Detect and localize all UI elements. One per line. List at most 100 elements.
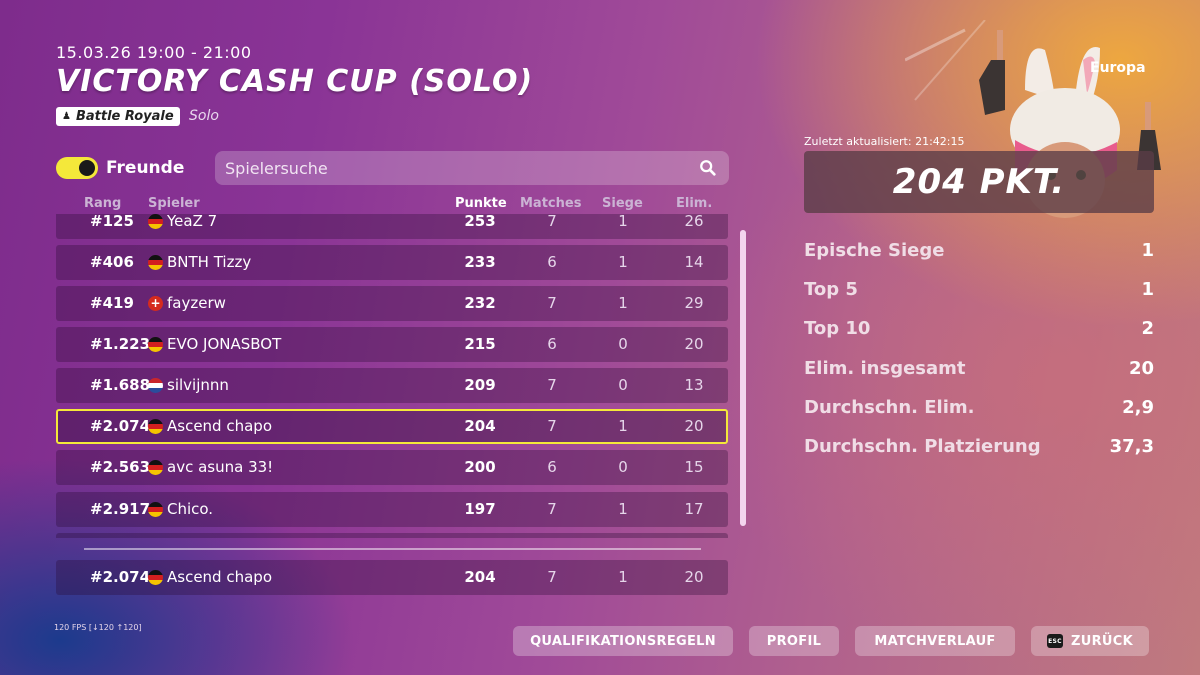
table-row[interactable]: #1.223 EVO JONASBOT 215 6 0 20 bbox=[56, 327, 728, 362]
score-value: 204 PKT. bbox=[892, 162, 1066, 202]
mode-subtitle: Solo bbox=[189, 108, 219, 124]
row-rank: #2.074 bbox=[90, 568, 151, 586]
profile-button[interactable]: PROFIL bbox=[749, 626, 839, 656]
row-rank: #2.917 bbox=[90, 500, 151, 518]
column-header-wins[interactable]: Siege bbox=[602, 196, 643, 211]
divider bbox=[84, 548, 701, 550]
switzerland-flag-icon: + bbox=[148, 296, 163, 311]
profile-label: PROFIL bbox=[766, 633, 822, 649]
row-matches: 7 bbox=[547, 376, 557, 394]
row-wins: 0 bbox=[618, 376, 628, 394]
column-header-player: Spieler bbox=[148, 196, 200, 211]
row-wins: 1 bbox=[618, 568, 628, 586]
stat-label: Top 10 bbox=[804, 318, 871, 339]
stat-label: Top 5 bbox=[804, 279, 858, 300]
stat-label: Elim. insgesamt bbox=[804, 358, 966, 379]
stat-row: Elim. insgesamt 20 bbox=[804, 358, 1154, 382]
battle-royale-icon: ♟ bbox=[62, 111, 71, 122]
esc-key-icon: ESC bbox=[1047, 634, 1064, 648]
row-elims: 20 bbox=[684, 335, 704, 353]
stat-label: Durchschn. Elim. bbox=[804, 397, 975, 418]
region-label: Europa bbox=[1090, 60, 1146, 76]
page-title: VICTORY CASH CUP (SOLO) bbox=[56, 64, 534, 99]
germany-flag-icon bbox=[148, 337, 163, 352]
row-points: 204 bbox=[464, 568, 496, 586]
player-search[interactable] bbox=[215, 151, 729, 185]
stat-value: 2,9 bbox=[1122, 397, 1154, 418]
mode-badge: ♟ Battle Royale bbox=[56, 107, 180, 126]
back-button[interactable]: ESC ZURÜCK bbox=[1031, 626, 1149, 656]
germany-flag-icon bbox=[148, 502, 163, 517]
table-row-selected[interactable]: #2.074 Ascend chapo 204 7 1 20 bbox=[56, 409, 728, 444]
row-elims: 20 bbox=[684, 568, 704, 586]
stat-value: 20 bbox=[1128, 358, 1154, 379]
row-player-name: YeaZ 7 bbox=[167, 214, 218, 230]
row-points: 253 bbox=[464, 214, 496, 230]
qualification-rules-button[interactable]: QUALIFIKATIONSREGELN bbox=[513, 626, 733, 656]
table-row[interactable]: #2.917 Chico. 197 7 1 17 bbox=[56, 492, 728, 527]
toggle-knob bbox=[79, 160, 95, 176]
germany-flag-icon bbox=[148, 214, 163, 229]
back-label: ZURÜCK bbox=[1071, 633, 1133, 649]
row-rank: #125 bbox=[90, 214, 134, 230]
row-points: 197 bbox=[464, 500, 496, 518]
stat-row: Durchschn. Elim. 2,9 bbox=[804, 397, 1154, 421]
germany-flag-icon bbox=[148, 570, 163, 585]
row-matches: 6 bbox=[547, 253, 557, 271]
friends-toggle-label: Freunde bbox=[106, 158, 185, 178]
row-matches: 7 bbox=[547, 214, 557, 230]
event-date: 15.03.26 19:00 - 21:00 bbox=[56, 43, 252, 62]
row-wins: 0 bbox=[618, 335, 628, 353]
fps-counter: 120 FPS [↓120 ↑120] bbox=[54, 623, 142, 632]
match-history-label: MATCHVERLAUF bbox=[874, 633, 996, 649]
row-wins: 1 bbox=[618, 253, 628, 271]
row-wins: 1 bbox=[618, 294, 628, 312]
row-elims: 13 bbox=[684, 376, 704, 394]
own-player-row[interactable]: #2.074 Ascend chapo 204 7 1 20 bbox=[56, 560, 728, 595]
stat-row: Top 10 2 bbox=[804, 318, 1154, 342]
row-points: 200 bbox=[464, 458, 496, 476]
leaderboard-list[interactable]: #125 YeaZ 7 253 7 1 26 #406 BNTH Tizzy 2… bbox=[50, 214, 740, 538]
player-search-input[interactable] bbox=[225, 151, 685, 185]
row-rank: #2.074 bbox=[90, 417, 151, 435]
row-matches: 7 bbox=[547, 500, 557, 518]
row-elims: 15 bbox=[684, 458, 704, 476]
germany-flag-icon bbox=[148, 255, 163, 270]
row-rank: #1.223 bbox=[90, 335, 151, 353]
stat-value: 1 bbox=[1141, 240, 1154, 261]
table-row[interactable]: #419 + fayzerw 232 7 1 29 bbox=[56, 286, 728, 321]
table-row[interactable] bbox=[56, 533, 728, 538]
row-points: 209 bbox=[464, 376, 496, 394]
row-player-name: Chico. bbox=[167, 500, 214, 518]
table-row[interactable]: #125 YeaZ 7 253 7 1 26 bbox=[56, 214, 728, 239]
leaderboard-scrollbar[interactable] bbox=[740, 230, 746, 526]
score-box: 204 PKT. bbox=[804, 151, 1154, 213]
row-player-name: BNTH Tizzy bbox=[167, 253, 252, 271]
stat-row: Epische Siege 1 bbox=[804, 240, 1154, 264]
column-header-points[interactable]: Punkte bbox=[455, 196, 507, 211]
stat-row: Top 5 1 bbox=[804, 279, 1154, 303]
row-matches: 7 bbox=[547, 568, 557, 586]
table-row[interactable]: #1.688 silvijnnn 209 7 0 13 bbox=[56, 368, 728, 403]
netherlands-flag-icon bbox=[148, 378, 163, 393]
row-rank: #2.563 bbox=[90, 458, 151, 476]
column-header-matches[interactable]: Matches bbox=[520, 196, 581, 211]
match-history-button[interactable]: MATCHVERLAUF bbox=[855, 626, 1015, 656]
stat-row: Durchschn. Platzierung 37,3 bbox=[804, 436, 1154, 460]
search-icon[interactable] bbox=[699, 159, 717, 177]
row-matches: 7 bbox=[547, 294, 557, 312]
row-matches: 6 bbox=[547, 458, 557, 476]
last-updated: Zuletzt aktualisiert: 21:42:15 bbox=[804, 135, 965, 148]
friends-toggle[interactable] bbox=[56, 157, 98, 179]
scrollbar-thumb[interactable] bbox=[740, 230, 746, 526]
row-player-name: avc asuna 33! bbox=[167, 458, 274, 476]
table-row[interactable]: #2.563 avc asuna 33! 200 6 0 15 bbox=[56, 450, 728, 485]
row-wins: 0 bbox=[618, 458, 628, 476]
row-wins: 1 bbox=[618, 500, 628, 518]
row-elims: 17 bbox=[684, 500, 704, 518]
row-elims: 20 bbox=[684, 417, 704, 435]
row-player-name: Ascend chapo bbox=[167, 417, 272, 435]
table-row[interactable]: #406 BNTH Tizzy 233 6 1 14 bbox=[56, 245, 728, 280]
column-header-elims[interactable]: Elim. bbox=[676, 196, 712, 211]
qualification-rules-label: QUALIFIKATIONSREGELN bbox=[530, 633, 716, 649]
